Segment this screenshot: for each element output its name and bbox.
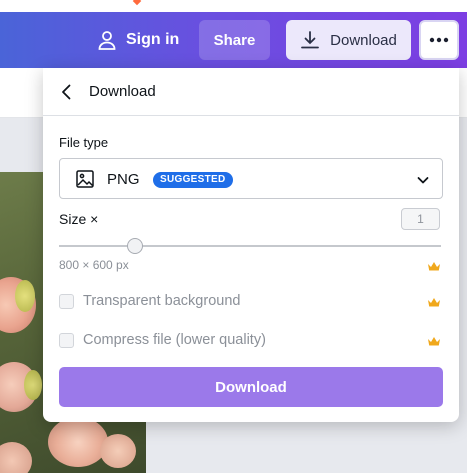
size-slider-track[interactable] xyxy=(59,245,441,247)
compress-file-label: Compress file (lower quality) xyxy=(83,332,266,348)
user-icon xyxy=(98,31,116,50)
chevron-down-icon xyxy=(417,177,429,184)
file-type-select[interactable]: PNG SUGGESTED xyxy=(59,158,443,199)
file-type-label: File type xyxy=(59,135,109,150)
browser-top-strip xyxy=(0,0,467,12)
size-slider-handle[interactable] xyxy=(127,238,143,254)
tab-indicator-icon xyxy=(132,0,142,6)
suggested-badge: SUGGESTED xyxy=(153,172,233,188)
transparent-background-option[interactable]: Transparent background xyxy=(59,292,240,310)
file-type-value: PNG xyxy=(107,171,140,188)
more-options-button[interactable] xyxy=(419,20,459,60)
more-dots-icon xyxy=(429,37,449,43)
editor-header: Sign in Share Download xyxy=(0,12,467,68)
panel-title: Download xyxy=(89,83,156,100)
share-button[interactable]: Share xyxy=(199,20,270,60)
compress-file-checkbox[interactable] xyxy=(59,332,74,348)
crown-icon xyxy=(428,262,440,271)
transparent-background-label: Transparent background xyxy=(83,293,241,309)
transparent-background-checkbox[interactable] xyxy=(59,293,74,309)
dimensions-text: 800 × 600 px xyxy=(59,258,129,272)
download-icon xyxy=(301,31,320,49)
size-label: Size × xyxy=(59,211,99,227)
header-download-label: Download xyxy=(330,31,397,49)
header-download-button[interactable]: Download xyxy=(286,20,411,60)
size-input[interactable]: 1 xyxy=(401,208,440,230)
panel-header: Download xyxy=(43,68,459,116)
download-button[interactable]: Download xyxy=(59,367,443,407)
back-arrow-icon[interactable] xyxy=(57,82,77,102)
sign-in-button[interactable]: Sign in xyxy=(96,28,179,52)
image-icon xyxy=(76,170,94,188)
sign-in-label: Sign in xyxy=(126,31,180,48)
compress-file-option[interactable]: Compress file (lower quality) xyxy=(59,331,266,349)
crown-icon xyxy=(428,337,440,346)
download-panel: Download File type PNG SUGGESTED Size × … xyxy=(43,68,459,422)
crown-icon xyxy=(428,298,440,307)
